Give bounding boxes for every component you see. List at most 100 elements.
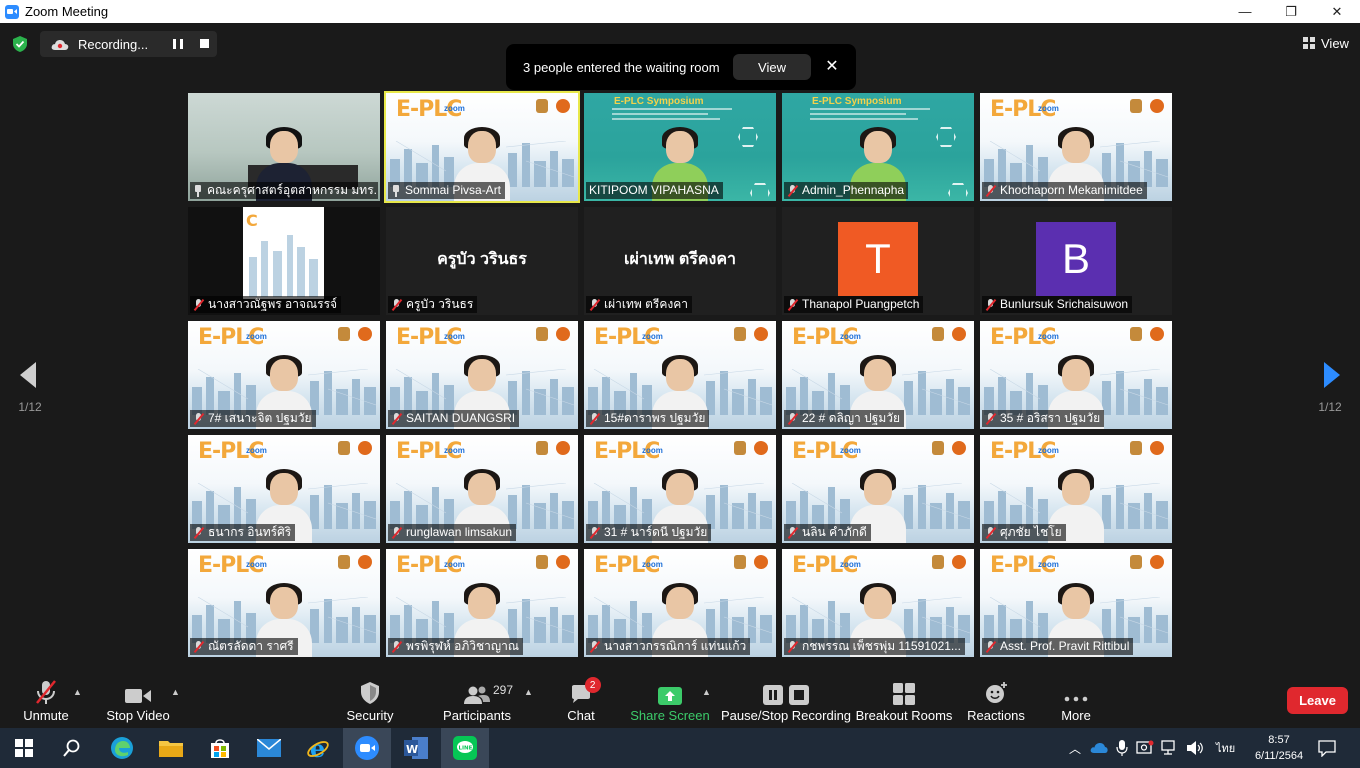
file-explorer-icon[interactable] bbox=[147, 728, 195, 768]
participant-video-tile[interactable]: E-PLC zoom นางสาวกรรณิการ์ แท่นแก้ว bbox=[584, 549, 776, 657]
video-options-caret-icon[interactable]: ▲ bbox=[171, 687, 180, 697]
microphone-tray-icon[interactable] bbox=[1116, 740, 1128, 756]
network-icon[interactable] bbox=[1160, 740, 1178, 756]
participant-name-label: KITIPOOM VIPAHASNA bbox=[586, 182, 723, 199]
participant-name-label: 35 # อริสรา ปฐมวัย bbox=[982, 410, 1105, 427]
chat-button[interactable]: 2 Chat bbox=[558, 675, 604, 728]
participant-name-label: นางสาวณัฐพร อาจณรรจ์ bbox=[190, 296, 342, 313]
participants-button[interactable]: 297 Participants bbox=[441, 675, 513, 728]
volume-speaker-icon[interactable] bbox=[1186, 740, 1204, 756]
share-options-caret-icon[interactable]: ▲ bbox=[702, 687, 711, 697]
muted-microphone-icon bbox=[787, 640, 799, 653]
share-screen-label: Share Screen bbox=[630, 708, 710, 723]
participant-video-tile[interactable]: E-PLC zoom 15#ดาราพร ปฐมวัย bbox=[584, 321, 776, 429]
waiting-room-view-button[interactable]: View bbox=[733, 54, 811, 80]
participant-video-tile[interactable]: E-PLC zoom 7# เสนาะจิต ปฐมวัย bbox=[188, 321, 380, 429]
mail-icon[interactable] bbox=[245, 728, 293, 768]
participant-name: Asst. Prof. Pravit Rittibul bbox=[1000, 639, 1130, 653]
onedrive-cloud-icon[interactable] bbox=[1090, 742, 1108, 754]
participant-video-tile[interactable]: T Thanapol Puangpetch bbox=[782, 207, 974, 315]
more-dots-icon bbox=[1051, 675, 1101, 705]
edge-browser-icon[interactable] bbox=[98, 728, 146, 768]
breakout-rooms-button[interactable]: Breakout Rooms bbox=[855, 675, 953, 728]
pause-stop-recording-button[interactable]: Pause/Stop Recording bbox=[721, 675, 851, 728]
participant-video-tile[interactable]: E-PLC zoom Sommai Pivsa-Art bbox=[384, 91, 580, 203]
pause-recording-button[interactable] bbox=[173, 39, 183, 49]
participant-video-tile[interactable]: E-PLC zoom พรพิรุฬห์ อภิวิชาญาณ bbox=[386, 549, 578, 657]
line-app-icon[interactable]: LINE bbox=[441, 728, 489, 768]
zoom-app-icon bbox=[5, 4, 19, 19]
search-icon[interactable] bbox=[48, 728, 96, 768]
participant-name-label: Bunlursuk Srichaisuwon bbox=[982, 296, 1133, 313]
participant-video-tile[interactable]: E-PLC zoom SAITAN DUANGSRI bbox=[386, 321, 578, 429]
participants-caret-icon[interactable]: ▲ bbox=[524, 687, 533, 697]
muted-microphone-icon bbox=[193, 526, 205, 539]
reactions-button[interactable]: Reactions bbox=[966, 675, 1026, 728]
muted-microphone-icon bbox=[787, 298, 799, 311]
participant-video-tile[interactable]: E-PLC zoom ธนากร อินทร์ศิริ bbox=[188, 435, 380, 543]
participant-video-tile[interactable]: E-PLC zoom 22 # ดลิญา ปฐมวัย bbox=[782, 321, 974, 429]
waiting-room-close-icon[interactable]: ✕ bbox=[824, 56, 840, 76]
previous-page-arrow-icon[interactable] bbox=[18, 360, 38, 390]
participant-video-tile[interactable]: E-PLC zoom Asst. Prof. Pravit Rittibul bbox=[980, 549, 1172, 657]
close-window-button[interactable]: ✕ bbox=[1314, 0, 1360, 23]
svg-text:W: W bbox=[406, 743, 418, 756]
chat-label: Chat bbox=[567, 708, 595, 723]
unmute-label: Unmute bbox=[23, 708, 69, 723]
share-screen-button[interactable]: Share Screen bbox=[630, 675, 710, 728]
security-button[interactable]: Security bbox=[341, 675, 399, 728]
participant-video-tile[interactable]: E-PLC zoom กชพรรณ เพ็ชรพุ่ม 11591021... bbox=[782, 549, 974, 657]
next-page-arrow-icon[interactable] bbox=[1322, 360, 1342, 390]
participant-video-tile[interactable]: C นางสาวณัฐพร อาจณรรจ์ bbox=[188, 207, 380, 315]
notification-center-icon[interactable] bbox=[1318, 739, 1336, 757]
participant-video-tile[interactable]: E-PLC Symposium Admin_Phennapha bbox=[782, 93, 974, 201]
participant-video-tile[interactable]: E-PLC zoom ณัตรลัดดา ราศรี bbox=[188, 549, 380, 657]
svg-text:LINE: LINE bbox=[459, 746, 473, 752]
muted-microphone-icon bbox=[985, 640, 997, 653]
participant-video-tile[interactable]: E-PLC zoom นลิน คำภักดี bbox=[782, 435, 974, 543]
participant-video-tile[interactable]: เผ่าเทพ ตรีคงคา เผ่าเทพ ตรีคงคา bbox=[584, 207, 776, 315]
participant-name-label: นลิน คำภักดี bbox=[784, 524, 871, 541]
participant-video-tile[interactable]: E-PLC zoom runglawan limsakun bbox=[386, 435, 578, 543]
participant-video-tile[interactable]: E-PLC zoom 35 # อริสรา ปฐมวัย bbox=[980, 321, 1172, 429]
participant-video-tile[interactable]: E-PLC zoom ศุภชัย ไชโย bbox=[980, 435, 1172, 543]
windows-start-icon[interactable] bbox=[0, 728, 48, 768]
window-titlebar: Zoom Meeting — ❐ ✕ bbox=[0, 0, 1360, 23]
cloud-recording-icon bbox=[51, 38, 69, 50]
microsoft-store-icon[interactable] bbox=[196, 728, 244, 768]
muted-microphone-icon bbox=[193, 298, 205, 311]
view-menu-button[interactable]: View bbox=[1296, 31, 1352, 55]
leave-meeting-button[interactable]: Leave bbox=[1287, 687, 1348, 714]
participant-name: ศุภชัย ไชโย bbox=[1000, 525, 1062, 539]
clock-time: 8:57 bbox=[1268, 734, 1290, 746]
more-button[interactable]: More bbox=[1051, 675, 1101, 728]
stop-video-button[interactable]: Stop Video bbox=[104, 675, 172, 728]
muted-microphone-icon bbox=[589, 526, 601, 539]
participant-name: 15#ดาราพร ปฐมวัย bbox=[604, 411, 706, 425]
taskbar-clock[interactable]: 8:57 6/11/2564 bbox=[1244, 732, 1314, 764]
audio-options-caret-icon[interactable]: ▲ bbox=[73, 687, 82, 697]
stop-recording-button[interactable] bbox=[200, 39, 209, 48]
participant-video-tile[interactable]: E-PLC zoom 31 # นาร์ดนี ปฐมวัย bbox=[584, 435, 776, 543]
show-hidden-icons-chevron-icon[interactable]: ︿ bbox=[1066, 740, 1084, 757]
participant-video-tile[interactable]: E-PLC zoom Khochaporn Mekanimitdee bbox=[980, 93, 1172, 201]
participant-name-label: พรพิรุฬห์ อภิวิชาญาณ bbox=[388, 638, 523, 655]
unmute-button[interactable]: Unmute bbox=[14, 675, 78, 728]
video-gallery-grid: คณะครุศาสตร์อุตสาหกรรม มทร... E-PLC zoom S… bbox=[188, 91, 1173, 657]
zoom-taskbar-icon[interactable] bbox=[343, 728, 391, 768]
encryption-shield-icon[interactable] bbox=[11, 35, 29, 53]
word-icon[interactable]: W bbox=[392, 728, 440, 768]
meeting-toolbar: Unmute ▲ Stop Video ▲ Security 297 Parti… bbox=[0, 675, 1360, 728]
participant-video-tile[interactable]: E-PLC Symposium KITIPOOM VIPAHASNA bbox=[584, 93, 776, 201]
participant-video-tile[interactable]: ครูบัว วรินธร ครูบัว วรินธร bbox=[386, 207, 578, 315]
participant-video-tile[interactable]: คณะครุศาสตร์อุตสาหกรรม มทร... bbox=[188, 93, 380, 201]
left-page-number: 1/12 bbox=[18, 400, 42, 414]
minimize-button[interactable]: — bbox=[1222, 0, 1268, 23]
breakout-rooms-label: Breakout Rooms bbox=[855, 708, 953, 723]
breakout-rooms-icon bbox=[858, 675, 950, 705]
maximize-button[interactable]: ❐ bbox=[1268, 0, 1314, 23]
internet-explorer-icon[interactable]: e bbox=[294, 728, 342, 768]
participant-video-tile[interactable]: B Bunlursuk Srichaisuwon bbox=[980, 207, 1172, 315]
input-language-indicator[interactable]: ไทย bbox=[1216, 739, 1235, 757]
screen-capture-icon[interactable] bbox=[1136, 740, 1154, 756]
